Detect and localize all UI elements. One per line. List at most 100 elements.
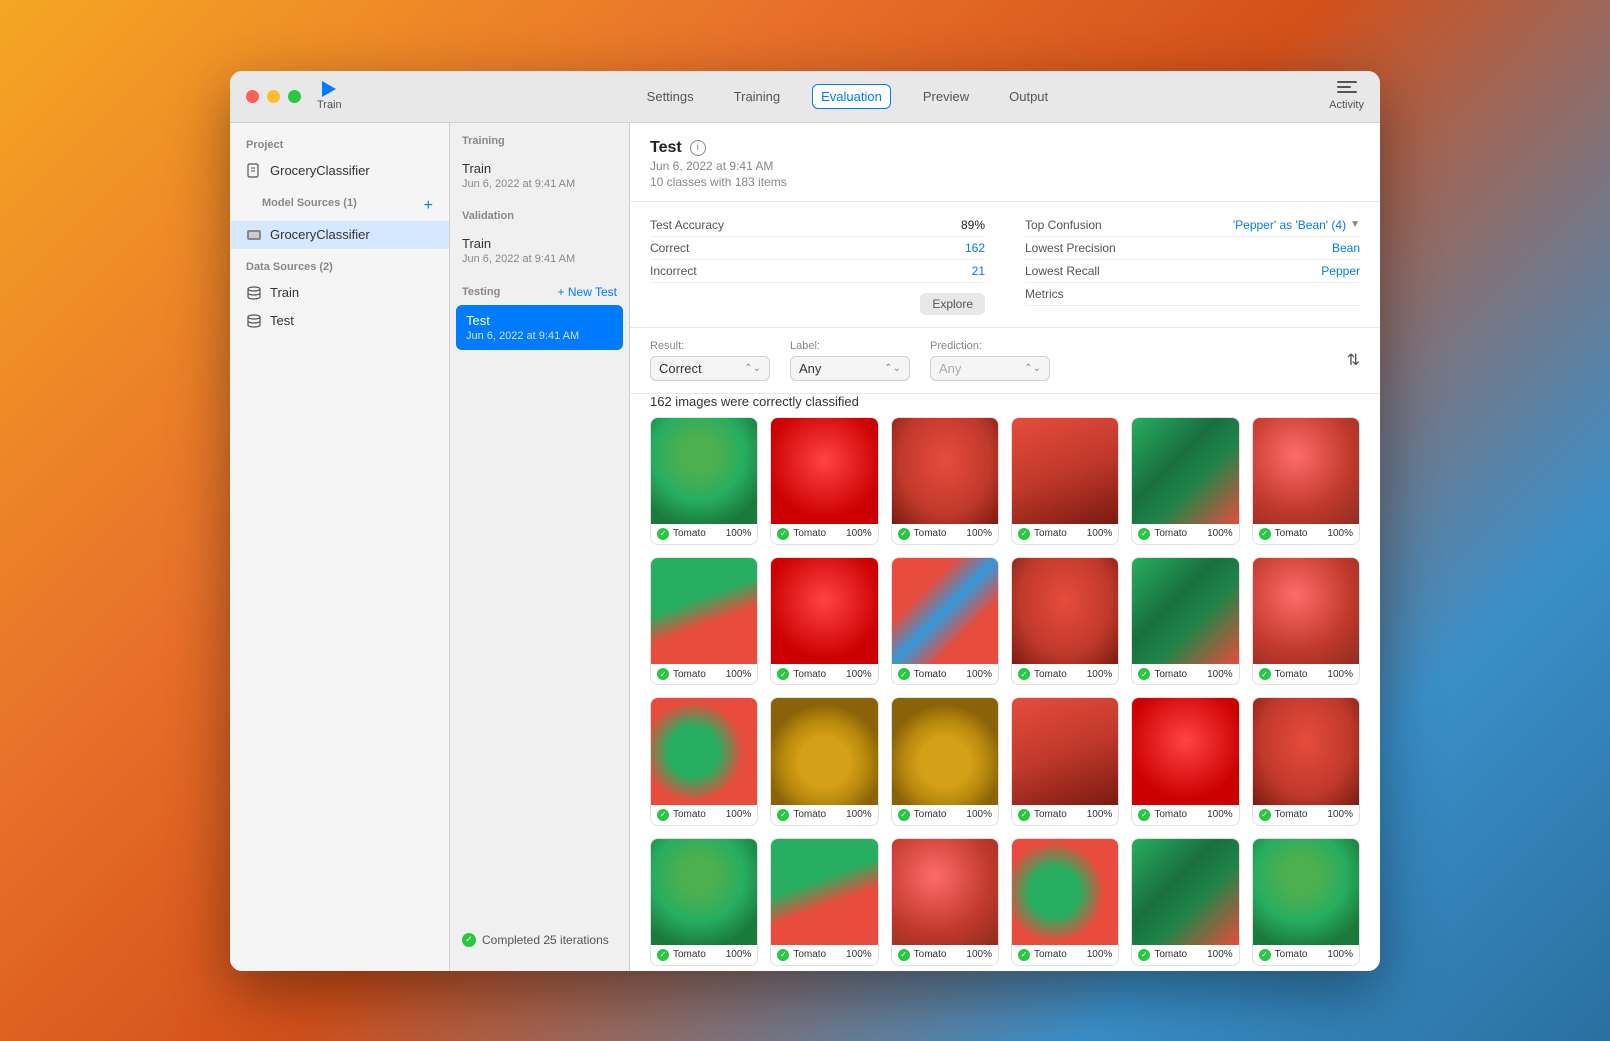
new-test-button[interactable]: + New Test (558, 285, 617, 299)
image-thumbnail (771, 558, 877, 664)
check-icon (1259, 668, 1271, 680)
image-card[interactable]: Tomato100% (1131, 838, 1239, 966)
validation-item[interactable]: Train Jun 6, 2022 at 9:41 AM (450, 228, 629, 273)
training-item-title: Train (462, 161, 617, 176)
stat-accuracy-label: Test Accuracy (650, 218, 724, 232)
info-icon[interactable]: i (690, 140, 706, 156)
testing-header: Testing + New Test (450, 285, 629, 305)
filter-result-select[interactable]: Correct ⌃⌄ (650, 356, 770, 381)
stat-metrics-label: Metrics (1025, 287, 1064, 301)
image-label-text: Tomato (1154, 949, 1187, 960)
sidebar-item-test[interactable]: Test (230, 307, 449, 335)
image-label-row: Tomato (898, 668, 947, 680)
filter-result-label: Result: (650, 340, 770, 352)
image-label-row: Tomato (1138, 668, 1187, 680)
image-card[interactable]: Tomato100% (1131, 697, 1239, 825)
image-card[interactable]: Tomato 100% (1131, 557, 1239, 685)
check-icon (1018, 528, 1030, 540)
activity-button[interactable]: Activity (1329, 81, 1364, 111)
filter-prediction-value: Any (939, 361, 961, 376)
check-icon (1259, 809, 1271, 821)
image-card[interactable]: Tomato100% (770, 697, 878, 825)
sidebar-item-train[interactable]: Train (230, 279, 449, 307)
image-card-footer: Tomato100% (1132, 805, 1238, 825)
completed-text: Completed 25 iterations (482, 933, 609, 947)
sidebar-data-test: Test (270, 313, 294, 328)
image-label-row: Tomato (777, 809, 826, 821)
image-card[interactable]: Tomato100% (1131, 417, 1239, 545)
image-pct: 100% (966, 809, 992, 820)
image-card[interactable]: Tomato100% (1011, 417, 1119, 545)
traffic-lights (246, 90, 301, 103)
image-pct: 100% (1327, 809, 1353, 820)
image-label-row: Tomato (657, 668, 706, 680)
check-icon (1259, 949, 1271, 961)
sidebar: Project GroceryClassifier Model Sources … (230, 123, 450, 971)
image-thumbnail (1012, 839, 1118, 945)
filter-label-value: Any (799, 361, 821, 376)
validation-item-title: Train (462, 236, 617, 251)
image-card[interactable]: Tomato100% (770, 838, 878, 966)
tab-output[interactable]: Output (1001, 85, 1056, 108)
stat-incorrect-value: 21 (972, 264, 985, 278)
image-thumbnail (1132, 558, 1238, 664)
image-card[interactable]: Tomato100% (1252, 417, 1360, 545)
image-thumbnail (1253, 418, 1359, 524)
sidebar-project-section: Project GroceryClassifier (230, 139, 449, 185)
tab-preview[interactable]: Preview (915, 85, 977, 108)
explore-button[interactable]: Explore (920, 293, 985, 315)
image-label-row: Tomato (1018, 949, 1067, 961)
image-card[interactable]: Tomato100% (891, 417, 999, 545)
close-button[interactable] (246, 90, 259, 103)
check-icon (657, 528, 669, 540)
tab-evaluation[interactable]: Evaluation (812, 84, 891, 109)
image-label-text: Tomato (673, 669, 706, 680)
sidebar-item-grocery-classifier[interactable]: GroceryClassifier (230, 221, 449, 249)
image-pct: 100% (1327, 528, 1353, 539)
sidebar-add-model-button[interactable]: + (424, 198, 433, 214)
image-card[interactable]: Tomato100% (650, 838, 758, 966)
image-card[interactable]: Tomato100% (1011, 838, 1119, 966)
image-card[interactable]: Tomato100% (650, 417, 758, 545)
image-pct: 100% (846, 669, 872, 680)
image-card[interactable]: Tomato100% (1011, 697, 1119, 825)
image-card-footer: Tomato100% (1012, 945, 1118, 965)
image-label-text: Tomato (914, 528, 947, 539)
image-label-text: Tomato (793, 669, 826, 680)
image-thumbnail (1132, 418, 1238, 524)
image-card[interactable]: Tomato100% (770, 417, 878, 545)
sidebar-data-section: Data Sources (2) Train Test (230, 261, 449, 335)
image-card[interactable]: Tomato100% (1252, 557, 1360, 685)
tab-training[interactable]: Training (726, 85, 788, 108)
train-button[interactable]: Train (317, 81, 342, 111)
image-label-text: Tomato (1034, 809, 1067, 820)
sort-button[interactable]: ⇅ (1347, 350, 1360, 370)
image-pct: 100% (1207, 669, 1233, 680)
image-card-footer: Tomato100% (1253, 524, 1359, 544)
tab-settings[interactable]: Settings (639, 85, 702, 108)
image-card-footer: Tomato100% (892, 945, 998, 965)
check-icon (1018, 949, 1030, 961)
image-card[interactable]: Tomato100% (891, 697, 999, 825)
image-card[interactable]: Tomato100% (1252, 838, 1360, 966)
training-item[interactable]: Train Jun 6, 2022 at 9:41 AM (450, 153, 629, 198)
image-grid-container[interactable]: Tomato 100% Tomato 100% Tomato 100% Tomato 100%… (630, 417, 1380, 971)
image-card[interactable]: Tomato100% (650, 697, 758, 825)
filter-prediction-select[interactable]: Any ⌃⌄ (930, 356, 1050, 381)
filter-label-select[interactable]: Any ⌃⌄ (790, 356, 910, 381)
image-card[interactable]: Tomato100% (891, 557, 999, 685)
maximize-button[interactable] (288, 90, 301, 103)
image-card-footer: Tomato100% (771, 805, 877, 825)
image-card[interactable]: Tomato100% (650, 557, 758, 685)
image-card[interactable]: Tomato100% (1252, 697, 1360, 825)
image-card[interactable]: Tomato100% (1011, 557, 1119, 685)
image-card[interactable]: Tomato100% (891, 838, 999, 966)
top-confusion-chevron[interactable]: ▼ (1350, 219, 1360, 230)
image-thumbnail (651, 558, 757, 664)
sidebar-item-project[interactable]: GroceryClassifier (230, 157, 449, 185)
test-item-selected[interactable]: Test Jun 6, 2022 at 9:41 AM (456, 305, 623, 350)
image-thumbnail (771, 418, 877, 524)
image-card[interactable]: Tomato 100% (770, 557, 878, 685)
minimize-button[interactable] (267, 90, 280, 103)
stat-correct: Correct 162 (650, 237, 985, 260)
